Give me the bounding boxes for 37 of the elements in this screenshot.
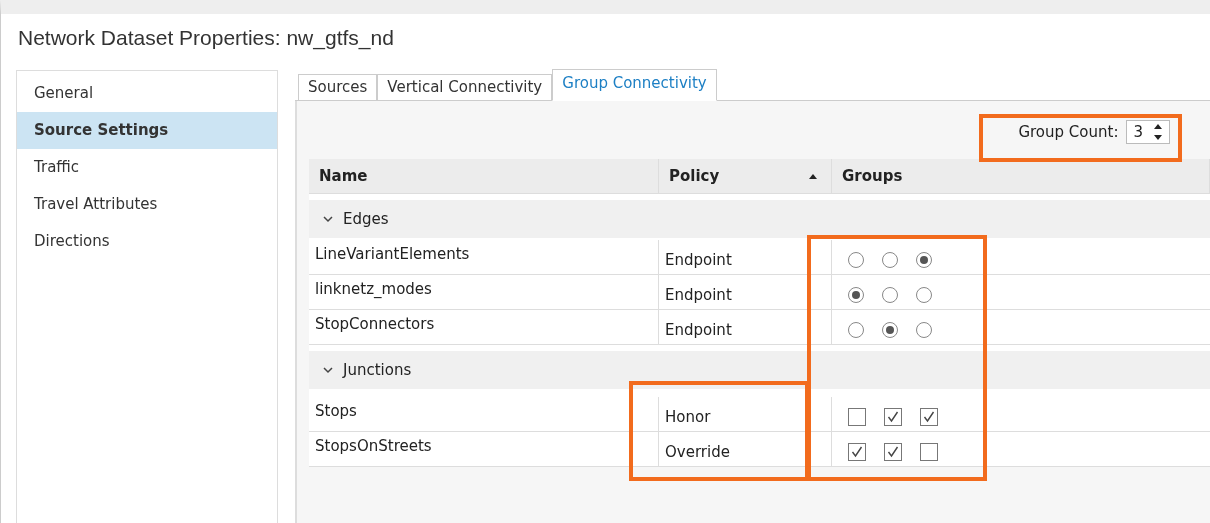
tab[interactable]: Sources	[298, 74, 378, 100]
column-header[interactable]: Groups	[832, 159, 1210, 193]
table-cell: Endpoint	[659, 275, 832, 309]
checkbox[interactable]	[848, 443, 866, 461]
group-count-label: Group Count:	[1018, 123, 1119, 141]
column-header[interactable]: Name	[309, 159, 659, 193]
sidebar-item[interactable]: Traffic	[17, 149, 277, 186]
group-row[interactable]: Edges	[309, 200, 1210, 238]
table-cell: LineVariantElements	[309, 240, 659, 274]
checkbox[interactable]	[884, 443, 902, 461]
checkbox[interactable]	[920, 443, 938, 461]
chevron-icon[interactable]	[323, 366, 333, 374]
sidebar-item[interactable]: Directions	[17, 223, 277, 260]
chevron-icon[interactable]	[323, 215, 333, 223]
column-header[interactable]: Policy	[659, 159, 832, 193]
sidebar-item[interactable]: Source Settings	[17, 112, 277, 149]
group-row[interactable]: Junctions	[309, 351, 1210, 389]
table-cell: StopsOnStreets	[309, 432, 659, 466]
spinner-arrows-icon[interactable]	[1153, 123, 1163, 141]
tab[interactable]: Group Connectivity	[552, 69, 717, 101]
table-cell: Endpoint	[659, 310, 832, 344]
table-cell: Honor	[659, 397, 832, 431]
tab[interactable]: Vertical Connectivity	[377, 74, 553, 100]
group-label: Edges	[343, 210, 389, 228]
table-cell: Endpoint	[659, 240, 832, 274]
window-title: Network Dataset Properties: nw_gtfs_nd	[17, 25, 395, 52]
checkbox[interactable]	[920, 408, 938, 426]
checkbox[interactable]	[884, 408, 902, 426]
table-cell: Override	[659, 432, 832, 466]
table-cell: StopConnectors	[309, 310, 659, 344]
sidebar-item[interactable]: General	[17, 75, 277, 112]
sidebar-item[interactable]: Travel Attributes	[17, 186, 277, 223]
checkbox[interactable]	[848, 408, 866, 426]
table-cell: linknetz_modes	[309, 275, 659, 309]
table-cell: Stops	[309, 397, 659, 431]
group-label: Junctions	[343, 361, 412, 379]
group-count-spinner[interactable]: 3	[1126, 120, 1170, 144]
